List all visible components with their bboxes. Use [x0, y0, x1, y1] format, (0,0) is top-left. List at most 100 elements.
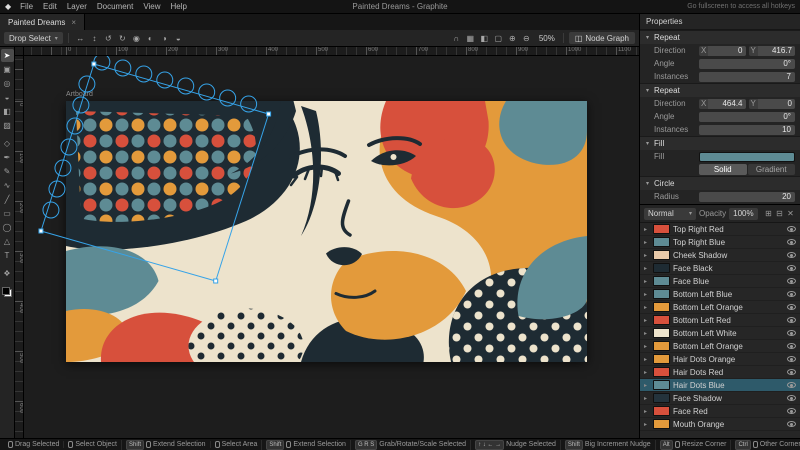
chevron-right-icon[interactable]: ▸: [644, 421, 650, 428]
new-layer-icon[interactable]: ⊞: [763, 209, 774, 218]
section-header-circle[interactable]: ▾ Circle: [640, 176, 800, 190]
chevron-right-icon[interactable]: ▸: [644, 226, 650, 233]
brush-tool[interactable]: ❖: [1, 267, 14, 280]
angle-input[interactable]: 0°: [699, 59, 795, 69]
canvas[interactable]: Artboard: [24, 56, 639, 438]
polygon-tool[interactable]: △: [1, 235, 14, 248]
chevron-right-icon[interactable]: ▸: [644, 382, 650, 389]
menu-item[interactable]: View: [138, 2, 165, 11]
blend-mode-dropdown[interactable]: Normal ▾: [644, 208, 696, 220]
visibility-eye-icon[interactable]: [787, 265, 796, 271]
layer-row[interactable]: ▸ Bottom Left Red: [640, 314, 800, 327]
radius-input[interactable]: 20: [699, 192, 795, 202]
chevron-right-icon[interactable]: ▸: [644, 369, 650, 376]
layer-row[interactable]: ▸ Top Right Red: [640, 223, 800, 236]
fill-color-swatch[interactable]: [699, 152, 795, 162]
layer-row[interactable]: ▸ Face Black: [640, 262, 800, 275]
visibility-eye-icon[interactable]: [787, 252, 796, 258]
menu-item[interactable]: Edit: [38, 2, 62, 11]
ellipse-tool[interactable]: ◯: [1, 221, 14, 234]
close-tab-icon[interactable]: ×: [71, 18, 76, 27]
zoom-in-icon[interactable]: ⊕: [506, 32, 519, 44]
document-tab[interactable]: Painted Dreams ×: [0, 14, 85, 30]
solid-button[interactable]: Solid: [699, 164, 747, 175]
visibility-eye-icon[interactable]: [787, 330, 796, 336]
select-tool[interactable]: ➤: [1, 49, 14, 62]
chevron-right-icon[interactable]: ▸: [644, 395, 650, 402]
visibility-eye-icon[interactable]: [787, 239, 796, 245]
visibility-eye-icon[interactable]: [787, 343, 796, 349]
boolean-union-icon[interactable]: ◉: [130, 32, 143, 44]
layer-row[interactable]: ▸ Bottom Left Orange: [640, 301, 800, 314]
freehand-tool[interactable]: ✎: [1, 165, 14, 178]
layer-row[interactable]: ▸ Hair Dots Blue: [640, 379, 800, 392]
section-header-repeat-1[interactable]: ▾ Repeat: [640, 30, 800, 44]
zoom-out-icon[interactable]: ⊖: [520, 32, 533, 44]
grid-icon[interactable]: ▦: [464, 32, 477, 44]
direction-y-input[interactable]: Y 0: [749, 99, 796, 109]
flip-vertical-icon[interactable]: ↕: [88, 32, 101, 44]
line-tool[interactable]: ╱: [1, 193, 14, 206]
navigate-tool[interactable]: ◎: [1, 77, 14, 90]
boolean-intersect-icon[interactable]: ◒: [172, 32, 185, 44]
selection-mode-dropdown[interactable]: Drop Select ▾: [4, 32, 63, 44]
direction-x-input[interactable]: X 464.4: [699, 99, 746, 109]
visibility-eye-icon[interactable]: [787, 369, 796, 375]
visibility-eye-icon[interactable]: [787, 382, 796, 388]
overlays-icon[interactable]: ▢: [492, 32, 505, 44]
view-mode-icon[interactable]: ◧: [478, 32, 491, 44]
chevron-right-icon[interactable]: ▸: [644, 278, 650, 285]
chevron-right-icon[interactable]: ▸: [644, 343, 650, 350]
snapping-icon[interactable]: ∩: [450, 32, 463, 44]
new-folder-icon[interactable]: ⊟: [774, 209, 785, 218]
fill-tool[interactable]: ◧: [1, 105, 14, 118]
visibility-eye-icon[interactable]: [787, 304, 796, 310]
chevron-right-icon[interactable]: ▸: [644, 239, 650, 246]
eyedropper-tool[interactable]: ◒: [1, 91, 14, 104]
text-tool[interactable]: T: [1, 249, 14, 262]
direction-y-input[interactable]: Y 416.7: [749, 46, 796, 56]
delete-layer-icon[interactable]: ✕: [785, 209, 796, 218]
layer-row[interactable]: ▸ Bottom Left White: [640, 327, 800, 340]
path-tool[interactable]: ◇: [1, 137, 14, 150]
layer-row[interactable]: ▸ Hair Dots Orange: [640, 353, 800, 366]
artboard-artwork[interactable]: [66, 101, 587, 362]
working-colors[interactable]: [2, 287, 12, 297]
layer-row[interactable]: ▸ Top Right Blue: [640, 236, 800, 249]
layer-row[interactable]: ▸ Hair Dots Red: [640, 366, 800, 379]
layer-row[interactable]: ▸ Bottom Left Blue: [640, 288, 800, 301]
layer-row[interactable]: ▸ Face Shadow: [640, 392, 800, 405]
zoom-level-value[interactable]: 50%: [536, 34, 558, 43]
layer-row[interactable]: ▸ Face Blue: [640, 275, 800, 288]
gradient-button[interactable]: Gradient: [748, 164, 796, 175]
chevron-right-icon[interactable]: ▸: [644, 317, 650, 324]
visibility-eye-icon[interactable]: [787, 278, 796, 284]
chevron-right-icon[interactable]: ▸: [644, 252, 650, 259]
artboard-tool[interactable]: ▣: [1, 63, 14, 76]
section-header-fill[interactable]: ▾ Fill: [640, 136, 800, 150]
rotate-cw-icon[interactable]: ↻: [116, 32, 129, 44]
instances-input[interactable]: 7: [699, 72, 795, 82]
chevron-right-icon[interactable]: ▸: [644, 356, 650, 363]
app-logo-icon[interactable]: ◆: [5, 2, 11, 11]
chevron-right-icon[interactable]: ▸: [644, 304, 650, 311]
menu-item[interactable]: Layer: [62, 2, 92, 11]
layer-row[interactable]: ▸ Bottom Left Orange: [640, 340, 800, 353]
visibility-eye-icon[interactable]: [787, 395, 796, 401]
instances-input[interactable]: 10: [699, 125, 795, 135]
visibility-eye-icon[interactable]: [787, 226, 796, 232]
chevron-right-icon[interactable]: ▸: [644, 265, 650, 272]
chevron-right-icon[interactable]: ▸: [644, 330, 650, 337]
artboard-label[interactable]: Artboard: [66, 91, 93, 98]
direction-x-input[interactable]: X 0: [699, 46, 746, 56]
section-header-repeat-2[interactable]: ▾ Repeat: [640, 83, 800, 97]
visibility-eye-icon[interactable]: [787, 291, 796, 297]
visibility-eye-icon[interactable]: [787, 356, 796, 362]
visibility-eye-icon[interactable]: [787, 421, 796, 427]
layer-row[interactable]: ▸ Face Red: [640, 405, 800, 418]
gradient-tool[interactable]: ▨: [1, 119, 14, 132]
boolean-subtract-front-icon[interactable]: ◐: [144, 32, 157, 44]
visibility-eye-icon[interactable]: [787, 317, 796, 323]
spline-tool[interactable]: ∿: [1, 179, 14, 192]
menu-item[interactable]: Help: [166, 2, 192, 11]
